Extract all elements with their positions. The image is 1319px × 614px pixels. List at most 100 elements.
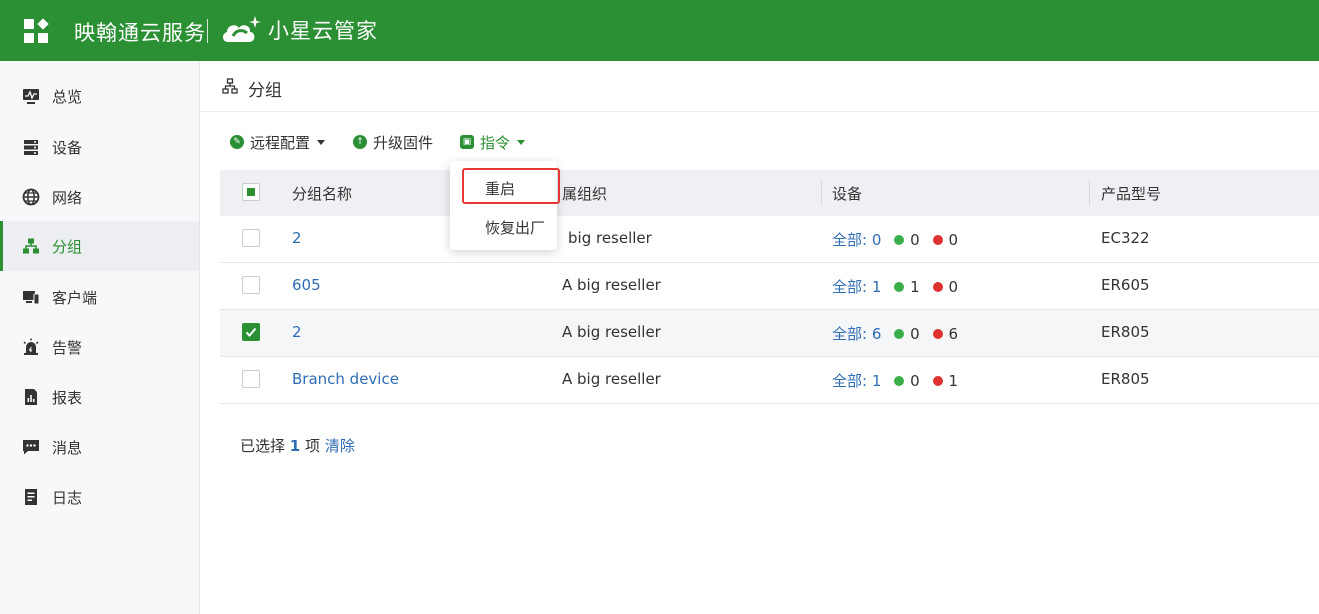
- total-count: 0: [871, 231, 882, 249]
- offline-dot-icon: [932, 328, 943, 339]
- terminal-icon: ▣: [460, 135, 474, 149]
- total-count: 1: [871, 372, 882, 390]
- clear-selection-link[interactable]: 清除: [325, 437, 355, 455]
- main-content: 分组 ✎ 远程配置 ↑ 升级固件 ▣ 指令 分组名称 属组织 设备 产品型号 2…: [200, 61, 1319, 614]
- sidebar-item-label: 报表: [52, 388, 83, 407]
- sidebar-item-label: 告警: [52, 338, 83, 357]
- select-all-checkbox[interactable]: [242, 183, 260, 201]
- group-name-link[interactable]: 2: [292, 323, 302, 341]
- product-logo[interactable]: 小星云管家: [220, 14, 378, 46]
- row-checkbox[interactable]: [242, 370, 260, 388]
- upload-arrow-icon: ↑: [353, 135, 367, 149]
- offline-dot-icon: [932, 234, 943, 245]
- device-counts[interactable]: 全部: 0 0 0: [832, 229, 958, 250]
- device-counts[interactable]: 全部: 6 0 6: [832, 323, 958, 344]
- online-count: 0: [910, 231, 920, 249]
- sidebar-item-overview[interactable]: 总览: [0, 71, 199, 121]
- online-count: 0: [910, 372, 920, 390]
- sidebar-item-network[interactable]: 网络: [0, 172, 199, 222]
- row-checkbox[interactable]: [242, 323, 260, 341]
- table-row[interactable]: Branch device A big reseller 全部: 1 0 1 E…: [220, 357, 1319, 404]
- organization-cell: A big reseller: [562, 370, 661, 388]
- total-count: 6: [871, 325, 882, 343]
- app-grid-icon[interactable]: [24, 18, 50, 45]
- device-counts[interactable]: 全部: 1 1 0: [832, 276, 958, 297]
- row-checkbox[interactable]: [242, 229, 260, 247]
- column-divider[interactable]: [821, 180, 822, 206]
- sidebar-item-devices[interactable]: 设备: [0, 122, 199, 172]
- online-dot-icon: [894, 328, 905, 339]
- product-model-cell: ER605: [1101, 276, 1150, 294]
- product-model-cell: ER805: [1101, 370, 1150, 388]
- sidebar-item-label: 设备: [52, 138, 83, 157]
- brand-name: 映翰通云服务: [74, 21, 206, 45]
- sidebar-item-label: 日志: [52, 488, 83, 507]
- total-count: 1: [871, 278, 882, 296]
- column-header-organization[interactable]: 属组织: [562, 183, 607, 204]
- globe-icon: [22, 188, 40, 206]
- remote-config-label: 远程配置: [250, 133, 311, 152]
- table-row[interactable]: 605 A big reseller 全部: 1 1 0 ER605: [220, 263, 1319, 310]
- menu-item-factory-reset[interactable]: 恢复出厂: [450, 210, 557, 242]
- total-label: 全部:: [832, 278, 868, 296]
- selection-summary: 已选择 1 项 清除: [240, 435, 355, 456]
- online-dot-icon: [894, 281, 905, 292]
- message-icon: [23, 440, 39, 455]
- sidebar-item-label: 网络: [52, 188, 83, 207]
- sidebar-item-logs[interactable]: 日志: [0, 472, 199, 522]
- menu-item-label: 恢复出厂: [485, 219, 546, 237]
- organization-cell: A big reseller: [562, 323, 661, 341]
- column-header-group-name[interactable]: 分组名称: [292, 183, 352, 204]
- organization-cell: A big reseller: [562, 276, 661, 294]
- selection-prefix: 已选择: [240, 437, 286, 455]
- sidebar-item-label: 分组: [52, 237, 83, 256]
- online-dot-icon: [894, 234, 905, 245]
- wrench-icon: ✎: [230, 135, 244, 149]
- selection-unit: 项: [305, 437, 321, 455]
- device-counts[interactable]: 全部: 1 0 1: [832, 370, 958, 391]
- devices-icon: [23, 291, 40, 305]
- caret-down-icon: [517, 139, 526, 145]
- offline-dot-icon: [932, 281, 943, 292]
- group-name-link[interactable]: 2: [292, 229, 302, 247]
- sidebar-item-clients[interactable]: 客户端: [0, 272, 199, 322]
- sidebar-item-alarms[interactable]: 告警: [0, 322, 199, 372]
- alarm-icon: [23, 338, 39, 355]
- total-label: 全部:: [832, 325, 868, 343]
- column-header-product-model[interactable]: 产品型号: [1101, 183, 1161, 204]
- online-count: 1: [910, 278, 920, 296]
- sitemap-icon: [23, 238, 39, 254]
- offline-count: 0: [948, 278, 959, 296]
- sidebar: 总览 设备 网络 分组 客户端 告警 报表 消息 日志: [0, 61, 200, 614]
- offline-count: 1: [948, 372, 959, 390]
- report-icon: [25, 389, 37, 405]
- remote-config-button[interactable]: ✎ 远程配置: [230, 132, 326, 152]
- product-name: 小星云管家: [268, 19, 378, 43]
- table-row[interactable]: 2 big reseller 全部: 0 0 0 EC322: [220, 216, 1319, 263]
- page-header: 分组: [200, 61, 1319, 112]
- total-label: 全部:: [832, 231, 868, 249]
- group-name-link[interactable]: Branch device: [292, 370, 399, 388]
- sidebar-item-label: 消息: [52, 438, 83, 457]
- group-name-link[interactable]: 605: [292, 276, 321, 294]
- sidebar-item-messages[interactable]: 消息: [0, 422, 199, 472]
- offline-count: 0: [948, 231, 959, 249]
- cloud-star-icon: [222, 16, 261, 42]
- offline-dot-icon: [932, 375, 943, 386]
- column-header-devices[interactable]: 设备: [832, 183, 862, 204]
- command-button[interactable]: ▣ 指令: [460, 132, 526, 152]
- table-row[interactable]: 2 A big reseller 全部: 6 0 6 ER805: [220, 310, 1319, 357]
- total-label: 全部:: [832, 372, 868, 390]
- sidebar-item-groups[interactable]: 分组: [0, 221, 199, 271]
- sidebar-item-label: 客户端: [52, 288, 98, 307]
- sidebar-item-reports[interactable]: 报表: [0, 372, 199, 422]
- row-checkbox[interactable]: [242, 276, 260, 294]
- highlight-box: [462, 168, 560, 204]
- upgrade-firmware-button[interactable]: ↑ 升级固件: [353, 132, 433, 152]
- column-divider[interactable]: [1089, 180, 1090, 206]
- command-label: 指令: [480, 133, 511, 152]
- top-bar: 映翰通云服务 小星云管家: [0, 0, 1319, 61]
- online-count: 0: [910, 325, 920, 343]
- server-icon: [24, 140, 38, 155]
- offline-count: 6: [948, 325, 959, 343]
